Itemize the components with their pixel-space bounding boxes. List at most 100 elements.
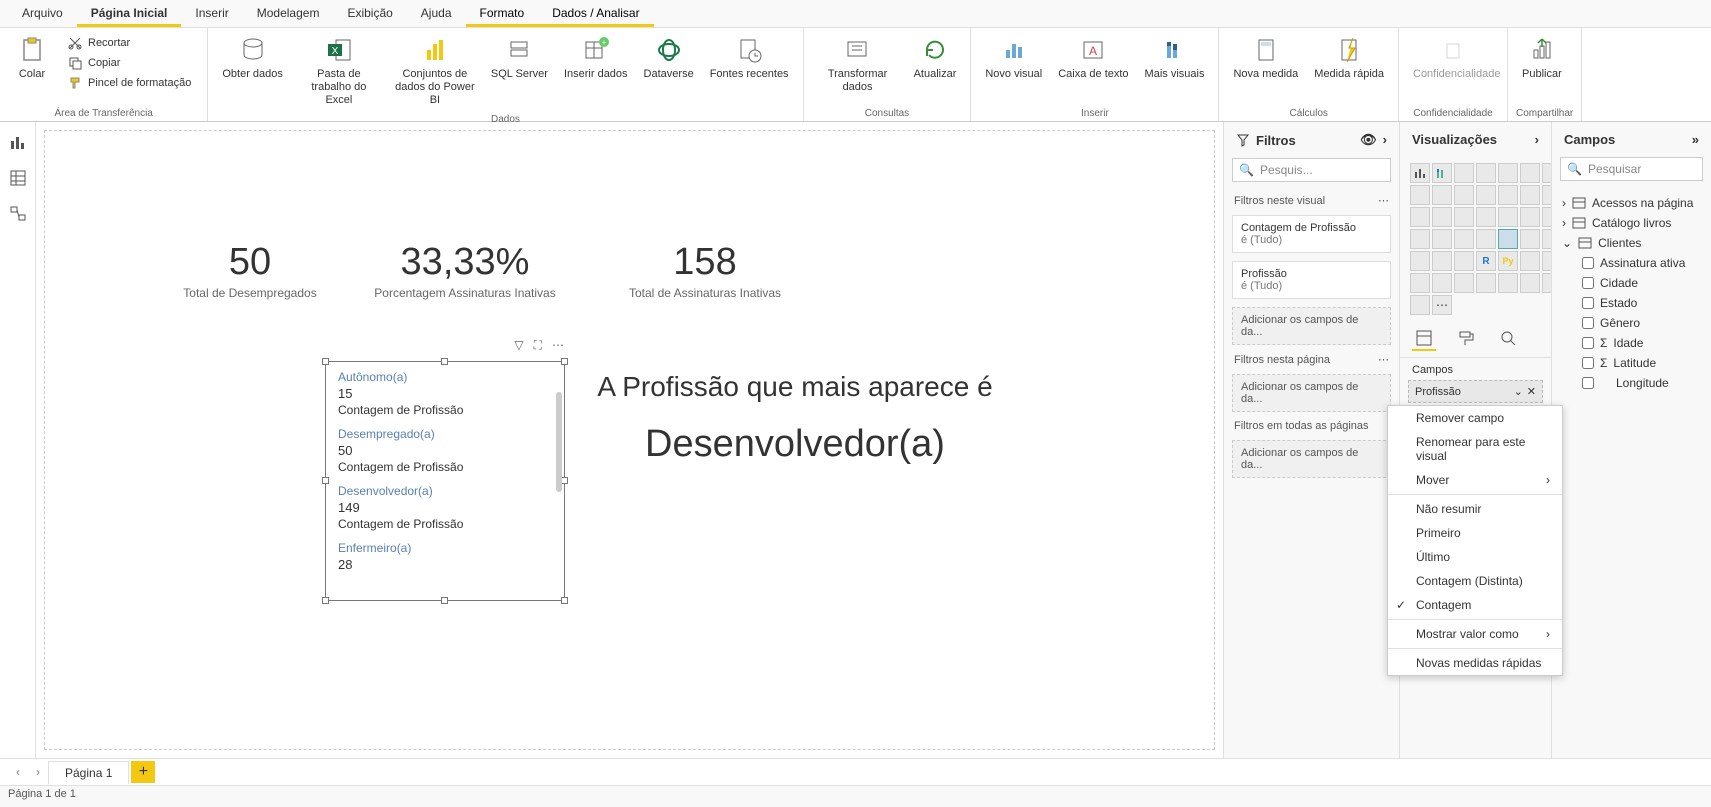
viz-type-button[interactable] — [1410, 185, 1430, 205]
viz-type-button[interactable] — [1454, 207, 1474, 227]
viz-type-button[interactable] — [1476, 273, 1496, 293]
chevron-right-icon[interactable]: › — [1383, 132, 1387, 148]
cut-button[interactable]: Recortar — [64, 34, 195, 52]
quick-measure-button[interactable]: Medida rápida — [1308, 30, 1390, 85]
viz-type-button[interactable] — [1542, 273, 1551, 293]
fields-search[interactable]: 🔍Pesquisar — [1560, 157, 1703, 181]
viz-type-button[interactable] — [1542, 163, 1551, 183]
field-idade[interactable]: ΣIdade — [1560, 333, 1703, 353]
paste-button[interactable]: Colar — [8, 30, 56, 85]
viz-type-button[interactable] — [1454, 163, 1474, 183]
tab-dados[interactable]: Dados / Analisar — [538, 0, 653, 27]
sql-server-button[interactable]: SQL Server — [485, 30, 554, 85]
publish-button[interactable]: Publicar — [1516, 30, 1568, 85]
viz-type-button[interactable] — [1520, 251, 1540, 271]
chevron-right-icon[interactable]: » — [1692, 132, 1699, 147]
prev-page-button[interactable]: ‹ — [8, 765, 28, 779]
ctx-show-as[interactable]: Mostrar valor como› — [1388, 622, 1562, 646]
report-canvas[interactable]: 50 Total de Desempregados 33,33% Porcent… — [36, 122, 1223, 758]
viz-type-button[interactable] — [1410, 229, 1430, 249]
remove-field-icon[interactable]: ✕ — [1527, 385, 1536, 398]
ctx-quick-measures[interactable]: Novas medidas rápidas — [1388, 651, 1562, 675]
filter-add-well[interactable]: Adicionar os campos de da... — [1232, 307, 1391, 345]
report-view-button[interactable] — [4, 128, 32, 156]
field-checkbox[interactable] — [1582, 357, 1594, 369]
more-icon[interactable]: ⋯ — [552, 338, 564, 353]
viz-type-button[interactable] — [1410, 273, 1430, 293]
table-acessos[interactable]: ›Acessos na página — [1560, 193, 1703, 213]
tab-arquivo[interactable]: Arquivo — [8, 0, 77, 27]
viz-type-button[interactable]: R — [1476, 251, 1496, 271]
field-checkbox[interactable] — [1582, 317, 1594, 329]
new-measure-button[interactable]: Nova medida — [1227, 30, 1304, 85]
page-tab[interactable]: Página 1 — [48, 761, 129, 784]
viz-type-button[interactable] — [1410, 251, 1430, 271]
ctx-move[interactable]: Mover› — [1388, 468, 1562, 492]
viz-type-button[interactable] — [1454, 251, 1474, 271]
viz-type-button[interactable] — [1432, 207, 1452, 227]
viz-type-button[interactable] — [1476, 185, 1496, 205]
filter-add-well[interactable]: Adicionar os campos de da... — [1232, 440, 1391, 478]
ctx-count-distinct[interactable]: Contagem (Distinta) — [1388, 569, 1562, 593]
format-tab[interactable] — [1454, 327, 1478, 351]
viz-type-button[interactable] — [1498, 207, 1518, 227]
viz-type-button[interactable] — [1454, 229, 1474, 249]
field-checkbox[interactable] — [1582, 297, 1594, 309]
ctx-count[interactable]: Contagem — [1388, 593, 1562, 617]
next-page-button[interactable]: › — [28, 765, 48, 779]
tab-ajuda[interactable]: Ajuda — [407, 0, 466, 27]
card-total-inativas[interactable]: 158 Total de Assinaturas Inativas — [605, 241, 805, 300]
ctx-rename[interactable]: Renomear para este visual — [1388, 430, 1562, 468]
get-data-button[interactable]: Obter dados — [216, 30, 289, 85]
model-view-button[interactable] — [4, 200, 32, 228]
tab-pagina-inicial[interactable]: Página Inicial — [77, 0, 182, 27]
viz-type-button[interactable] — [1476, 229, 1496, 249]
new-visual-button[interactable]: Novo visual — [979, 30, 1048, 85]
focus-icon[interactable]: ⛶ — [534, 338, 542, 353]
field-cidade[interactable]: Cidade — [1560, 273, 1703, 293]
dataverse-button[interactable]: Dataverse — [638, 30, 700, 85]
chevron-down-icon[interactable]: ⌄ — [1514, 385, 1523, 398]
table-catalogo[interactable]: ›Catálogo livros — [1560, 213, 1703, 233]
filters-search[interactable]: 🔍Pesquis... — [1232, 158, 1391, 182]
viz-type-button[interactable] — [1498, 229, 1518, 249]
viz-type-button[interactable] — [1520, 229, 1540, 249]
field-longitude[interactable]: Longitude — [1560, 373, 1703, 393]
field-latitude[interactable]: ΣLatitude — [1560, 353, 1703, 373]
eye-icon[interactable]: 👁 — [1360, 132, 1377, 148]
field-checkbox[interactable] — [1582, 377, 1594, 389]
narrative-visual[interactable]: A Profissão que mais aparece é Desenvolv… — [585, 371, 1005, 466]
text-box-button[interactable]: ACaixa de texto — [1052, 30, 1134, 85]
viz-type-button[interactable] — [1432, 273, 1452, 293]
viz-type-button[interactable] — [1432, 251, 1452, 271]
viz-type-button[interactable] — [1410, 163, 1430, 183]
viz-type-button[interactable] — [1520, 273, 1540, 293]
analytics-tab[interactable] — [1496, 327, 1520, 351]
refresh-button[interactable]: Atualizar — [908, 30, 963, 85]
tab-formato[interactable]: Formato — [466, 0, 539, 27]
data-view-button[interactable] — [4, 164, 32, 192]
copy-button[interactable]: Copiar — [64, 54, 195, 72]
field-well-item[interactable]: Profissão⌄✕ — [1408, 380, 1543, 403]
viz-type-button[interactable] — [1542, 185, 1551, 205]
more-icon[interactable]: ⋯ — [1378, 194, 1389, 207]
viz-type-button[interactable] — [1520, 207, 1540, 227]
field-checkbox[interactable] — [1582, 337, 1594, 349]
viz-type-button[interactable] — [1520, 163, 1540, 183]
chevron-right-icon[interactable]: › — [1535, 132, 1539, 147]
viz-type-button[interactable] — [1476, 163, 1496, 183]
format-painter-button[interactable]: Pincel de formatação — [64, 74, 195, 92]
card-inativas-pct[interactable]: 33,33% Porcentagem Assinaturas Inativas — [345, 241, 585, 300]
filter-card[interactable]: Profissãoé (Tudo) — [1232, 261, 1391, 299]
viz-type-button[interactable]: Py — [1498, 251, 1518, 271]
card-desempregados[interactable]: 50 Total de Desempregados — [155, 241, 345, 300]
ctx-no-summarize[interactable]: Não resumir — [1388, 497, 1562, 521]
viz-type-button[interactable] — [1432, 229, 1452, 249]
field-checkbox[interactable] — [1582, 277, 1594, 289]
add-page-button[interactable]: + — [131, 761, 155, 783]
filter-card[interactable]: Contagem de Profissãoé (Tudo) — [1232, 215, 1391, 253]
viz-type-button[interactable] — [1520, 185, 1540, 205]
fields-tab[interactable] — [1412, 327, 1436, 351]
ctx-first[interactable]: Primeiro — [1388, 521, 1562, 545]
ctx-remove-field[interactable]: Remover campo — [1388, 406, 1562, 430]
